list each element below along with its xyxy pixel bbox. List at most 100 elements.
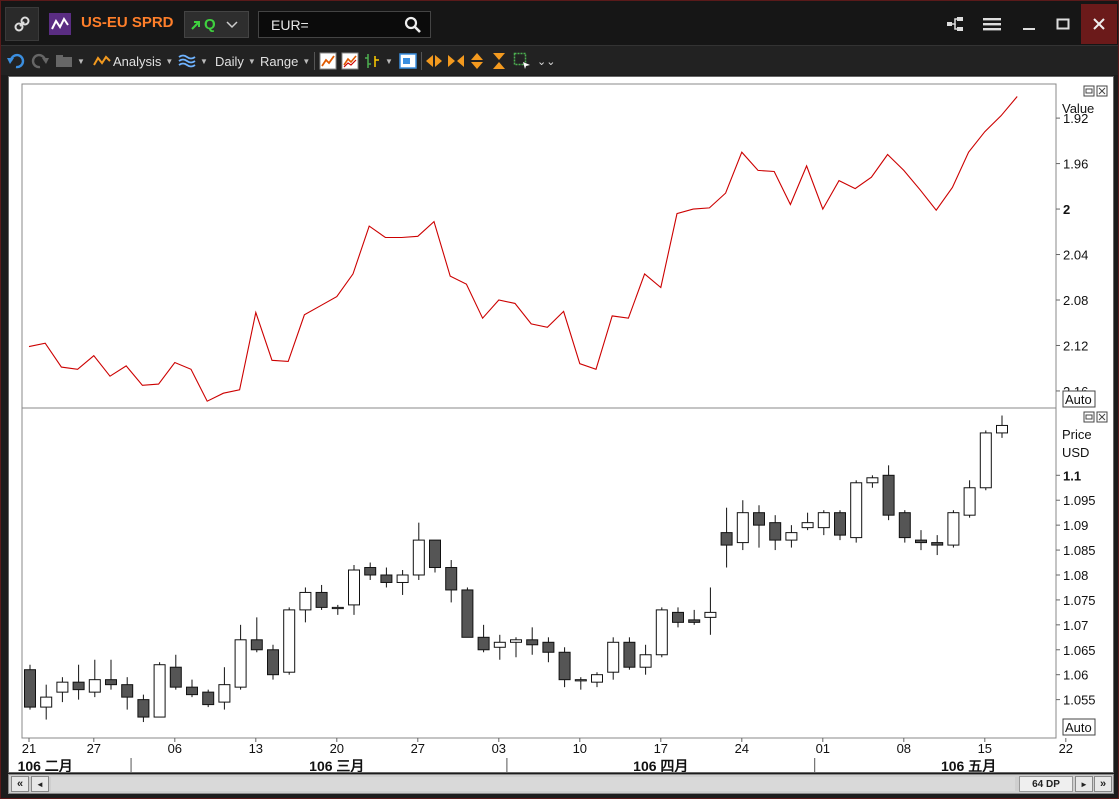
maximize-button[interactable]	[1047, 7, 1079, 41]
minimize-icon	[1023, 28, 1035, 30]
minimize-button[interactable]	[1013, 7, 1045, 41]
candle-body	[364, 567, 377, 576]
link-button[interactable]	[5, 7, 39, 41]
close-button[interactable]	[1081, 4, 1117, 44]
candle-body	[510, 639, 522, 643]
candle-body	[315, 591, 328, 608]
line-chart-button[interactable]	[319, 51, 337, 71]
candle	[283, 607, 296, 675]
tree-link-button[interactable]	[939, 7, 971, 41]
bar-chart-button[interactable]: ▼	[363, 51, 393, 71]
panel-close-button[interactable]	[1096, 85, 1108, 97]
y-tick-label: 1.095	[1063, 493, 1096, 508]
y-tick-label: 1.075	[1063, 593, 1096, 608]
compress-horizontal-icon	[448, 55, 464, 67]
y-tick-label: 2.08	[1063, 293, 1088, 308]
compress-vertical-icon	[493, 53, 505, 69]
expand-horizontal-button[interactable]	[425, 51, 443, 71]
more-tools-button[interactable]: ⌄⌄	[537, 51, 555, 71]
chart-canvas[interactable]: 1.921.9622.042.082.122.16 Value Auto 1.0…	[9, 77, 1113, 774]
redo-icon	[31, 53, 49, 69]
y-tick-label: 1.07	[1063, 618, 1088, 633]
range-label: Range	[260, 53, 299, 69]
caret-down-icon: ▼	[385, 56, 393, 66]
link-icon	[14, 16, 30, 32]
candle-body	[250, 639, 263, 651]
value-panel[interactable]: 1.921.9622.042.082.122.16 Value Auto	[21, 83, 1108, 409]
app-title: US-EU SPRD	[81, 14, 174, 31]
currency-label: USD	[1062, 445, 1089, 460]
candle	[834, 510, 846, 541]
redo-button[interactable]	[31, 51, 49, 71]
candle-body	[963, 487, 976, 516]
svg-text:Auto: Auto	[1065, 392, 1092, 407]
x-tick-label: 24	[735, 741, 749, 756]
month-label: 106 二月	[18, 758, 73, 772]
x-axis: 21 27 06 13 20 27 03 10 17 24 01 08 15 22 106 二月 106 三…	[18, 737, 1073, 774]
compress-vertical-button[interactable]	[491, 51, 507, 71]
hierarchy-icon	[947, 17, 963, 31]
candle-body	[801, 522, 814, 529]
save-template-button[interactable]: ▼	[55, 51, 85, 71]
candle-body	[153, 664, 166, 718]
month-label: 106 五月	[941, 758, 996, 772]
y-tick-label: 1.065	[1063, 643, 1096, 658]
search-input[interactable]: EUR=	[271, 17, 309, 33]
menu-button[interactable]	[976, 7, 1008, 41]
panel-restore-button[interactable]	[1083, 85, 1095, 97]
quote-label: Q	[204, 16, 216, 33]
time-scrollbar[interactable]: « ◄ 64 DP ► »	[8, 774, 1114, 794]
y-tick-label: 2.12	[1063, 338, 1088, 353]
candle-body	[834, 512, 846, 536]
price-panel[interactable]: 1.055 1.06 1.065 1.07 1.075 1.08 1.085 1.09 1.09…	[21, 407, 1108, 739]
candle	[623, 637, 636, 670]
candle-body	[121, 684, 134, 698]
candle	[24, 664, 36, 710]
candle-body	[331, 606, 344, 610]
candle	[429, 539, 441, 573]
x-tick-label: 20	[330, 741, 344, 756]
interval-menu[interactable]: Daily ▼	[215, 51, 256, 71]
y-tick-label: 1.08	[1063, 568, 1088, 583]
candle-body	[56, 681, 69, 693]
window-button[interactable]	[399, 51, 417, 71]
chevron-down-icon	[226, 20, 238, 28]
scroll-left-button[interactable]: ◄	[31, 776, 49, 792]
panel-restore-button[interactable]	[1083, 411, 1095, 423]
candle-body	[704, 611, 717, 618]
panel-close-button[interactable]	[1096, 411, 1108, 423]
select-zoom-button[interactable]	[513, 51, 531, 71]
compress-horizontal-button[interactable]	[447, 51, 465, 71]
candle-body	[429, 539, 441, 569]
compare-chart-icon	[341, 52, 359, 70]
scroll-track[interactable]	[51, 777, 1015, 791]
candle-body	[639, 654, 652, 668]
compare-chart-button[interactable]	[341, 51, 359, 71]
caret-down-icon: ▼	[77, 56, 85, 66]
double-chevron-down-icon: ⌄⌄	[537, 55, 556, 68]
candle-body	[299, 591, 312, 611]
chart-area[interactable]: 1.921.9622.042.082.122.16 Value Auto 1.0…	[8, 76, 1114, 774]
chart-style-menu[interactable]: ▼	[178, 51, 208, 71]
quote-button[interactable]: Q	[184, 11, 249, 38]
candle	[850, 480, 863, 543]
search-field[interactable]: EUR=	[258, 11, 431, 38]
scroll-right-button[interactable]: ►	[1075, 776, 1093, 792]
candle-body	[24, 669, 36, 708]
candle-body	[105, 679, 117, 686]
range-menu[interactable]: Range ▼	[260, 51, 310, 71]
candle-body	[202, 691, 215, 706]
candle-body	[542, 641, 555, 653]
candle-body	[477, 636, 490, 651]
candle-body	[348, 569, 360, 606]
scroll-start-button[interactable]: «	[11, 776, 29, 792]
auto-scale-button[interactable]: Auto	[1062, 390, 1096, 408]
auto-scale-button[interactable]: Auto	[1062, 718, 1096, 736]
scroll-end-button[interactable]: »	[1094, 776, 1112, 792]
expand-vertical-button[interactable]	[469, 51, 485, 71]
undo-button[interactable]	[7, 51, 25, 71]
y-tick-label: 1.96	[1063, 157, 1088, 172]
search-icon[interactable]	[404, 16, 422, 34]
analysis-menu[interactable]: Analysis ▼	[93, 51, 173, 71]
candle-body	[817, 512, 830, 529]
